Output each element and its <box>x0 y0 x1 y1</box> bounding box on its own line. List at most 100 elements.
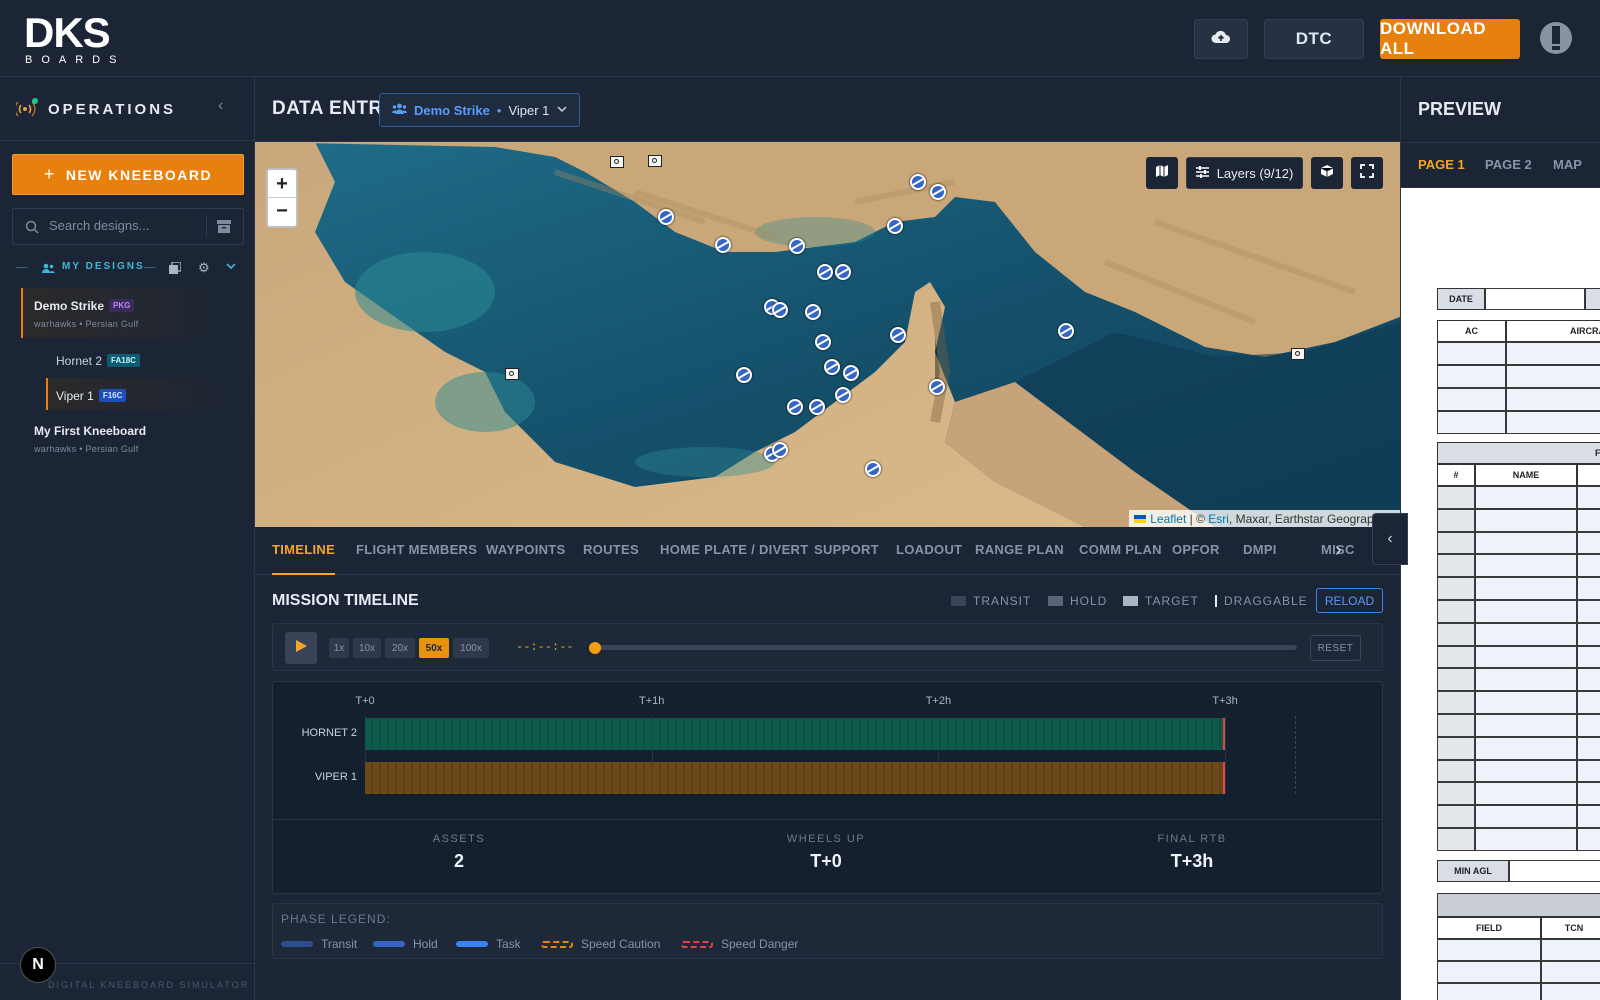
preview-tab-page-2[interactable]: PAGE 2 <box>1485 157 1532 172</box>
dks-boards-logo[interactable]: DKS BOARDS <box>24 9 146 66</box>
reset-button[interactable]: RESET <box>1310 635 1361 661</box>
tab-home-plate-divert[interactable]: HOME PLATE / DIVERT <box>660 542 808 557</box>
speed-100x-button[interactable]: 100x <box>453 638 489 658</box>
map-unit-marker[interactable] <box>929 379 945 395</box>
zoom-control: + − <box>266 168 298 228</box>
sheet-cell <box>1577 828 1600 851</box>
map-unit-marker[interactable] <box>817 264 833 280</box>
tab-range-plan[interactable]: RANGE PLAN <box>975 542 1064 557</box>
zoom-in-button[interactable]: + <box>268 170 296 198</box>
zoom-out-button[interactable]: − <box>268 198 296 226</box>
map-unit-marker[interactable] <box>890 327 906 343</box>
chevron-left-icon[interactable]: ‹ <box>218 97 223 115</box>
tab-loadout[interactable]: LOADOUT <box>896 542 962 557</box>
speed-10x-button[interactable]: 10x <box>353 638 381 658</box>
tab-flight-members[interactable]: FLIGHT MEMBERS <box>356 542 477 557</box>
map-unit-marker[interactable] <box>715 237 731 253</box>
design-item-hornet-2[interactable]: Hornet 2 FA18C <box>0 345 255 375</box>
map-unit-marker[interactable] <box>1058 323 1074 339</box>
map-attribution: Leaflet | © Esri, Maxar, Earthstar Geogr… <box>1129 510 1400 527</box>
map-unit-marker[interactable] <box>910 174 926 190</box>
leaflet-link[interactable]: Leaflet <box>1150 512 1186 526</box>
gear-icon[interactable]: ⚙ <box>198 260 210 276</box>
sheet-cell <box>1577 554 1600 578</box>
phase-label: Speed Danger <box>721 937 799 951</box>
map-unit-marker[interactable] <box>824 359 840 375</box>
chevron-down-icon[interactable] <box>225 259 237 277</box>
speed-1x-button[interactable]: 1x <box>329 638 349 658</box>
preview-tab-page-1[interactable]: PAGE 1 <box>1401 143 1469 188</box>
design-item-demo-strike[interactable]: Demo Strike PKG warhawks • Persian Gulf <box>0 288 255 338</box>
map-unit-marker[interactable] <box>772 442 788 458</box>
new-kneeboard-label: NEW KNEEBOARD <box>65 166 213 183</box>
map-unit-marker[interactable] <box>930 184 946 200</box>
tab-comm-plan[interactable]: COMM PLAN <box>1079 542 1162 557</box>
preview-tab-map[interactable]: MAP <box>1553 157 1582 172</box>
speed-20x-button[interactable]: 20x <box>385 638 415 658</box>
data-entry-header: DATA ENTRY Demo Strike • Viper 1 <box>255 77 1400 142</box>
collapse-preview-button[interactable]: ‹ <box>1372 513 1408 565</box>
tab-timeline[interactable]: TIMELINE <box>272 542 336 575</box>
chevron-left-icon: ‹ <box>1387 530 1393 547</box>
min-agl-label: MIN AGL <box>1437 860 1509 882</box>
tcn-header: TCN <box>1541 917 1600 939</box>
tabs-scroll-right-icon[interactable]: › <box>1335 539 1355 565</box>
sheet-cell <box>1475 714 1577 737</box>
gantt-bar[interactable] <box>365 762 1226 794</box>
tab-opfor[interactable]: OPFOR <box>1172 542 1220 557</box>
map-unit-marker[interactable] <box>887 218 903 234</box>
map-unit-marker[interactable] <box>835 264 851 280</box>
tab-routes[interactable]: ROUTES <box>583 542 639 557</box>
map-waypoint-icon[interactable] <box>648 155 662 167</box>
play-button[interactable] <box>285 632 317 664</box>
map-waypoint-icon[interactable] <box>1291 348 1305 360</box>
map-waypoint-icon[interactable] <box>505 368 519 380</box>
copy-icon[interactable] <box>169 261 182 279</box>
map-unit-marker[interactable] <box>789 238 805 254</box>
gantt-bar[interactable] <box>365 718 1226 750</box>
timeline-scrubber[interactable] <box>597 645 1297 650</box>
satellite-map[interactable]: + − Layers (9/12) Leaflet | © Esri, Maxa… <box>255 142 1400 527</box>
map-unit-marker[interactable] <box>865 461 881 477</box>
sheet-cell <box>1577 600 1600 623</box>
download-all-button[interactable]: DOWNLOAD ALL <box>1380 19 1520 59</box>
layers-button[interactable]: Layers (9/12) <box>1186 157 1303 189</box>
fullscreen-button[interactable] <box>1351 157 1383 189</box>
archive-icon[interactable] <box>217 220 231 238</box>
tab-support[interactable]: SUPPORT <box>814 542 879 557</box>
n-logo-badge[interactable]: N <box>20 947 56 983</box>
map-unit-marker[interactable] <box>772 302 788 318</box>
stat-assets: ASSETS 2 <box>359 833 559 872</box>
map-unit-marker[interactable] <box>843 365 859 381</box>
scrubber-handle[interactable] <box>589 642 601 654</box>
tab-waypoints[interactable]: WAYPOINTS <box>486 542 566 557</box>
speed-50x-button[interactable]: 50x <box>419 638 449 658</box>
new-kneeboard-button[interactable]: + NEW KNEEBOARD <box>12 154 244 195</box>
reload-button[interactable]: RELOAD <box>1316 588 1383 613</box>
dtc-button[interactable]: DTC <box>1264 19 1364 59</box>
map-unit-marker[interactable] <box>835 387 851 403</box>
design-item-viper-1[interactable]: Viper 1 F16C <box>0 378 255 410</box>
sheet-cell <box>1577 486 1600 509</box>
map-unit-marker[interactable] <box>815 334 831 350</box>
map-unit-marker[interactable] <box>787 399 803 415</box>
map-unit-marker[interactable] <box>736 367 752 383</box>
sheet-cell <box>1577 508 1600 532</box>
phase-speed-danger: Speed Danger <box>681 937 798 951</box>
map-view-button[interactable] <box>1146 157 1178 189</box>
package-flight-selector[interactable]: Demo Strike • Viper 1 <box>379 93 580 127</box>
user-avatar[interactable] <box>1540 22 1572 54</box>
map-unit-marker[interactable] <box>809 399 825 415</box>
map-unit-marker[interactable] <box>805 304 821 320</box>
map-waypoint-icon[interactable] <box>610 156 624 168</box>
phase-hold: Hold <box>373 937 438 951</box>
search-input[interactable] <box>49 218 199 233</box>
upload-button[interactable] <box>1194 19 1248 59</box>
selector-package: Demo Strike <box>414 102 490 118</box>
design-item-my-first-kneeboard[interactable]: My First Kneeboard warhawks • Persian Gu… <box>0 416 255 456</box>
3d-view-button[interactable] <box>1311 157 1343 189</box>
sheet-cell <box>1541 939 1600 961</box>
map-unit-marker[interactable] <box>658 209 674 225</box>
esri-link[interactable]: Esri <box>1208 512 1229 526</box>
tab-dmpi[interactable]: DMPI <box>1243 542 1277 557</box>
